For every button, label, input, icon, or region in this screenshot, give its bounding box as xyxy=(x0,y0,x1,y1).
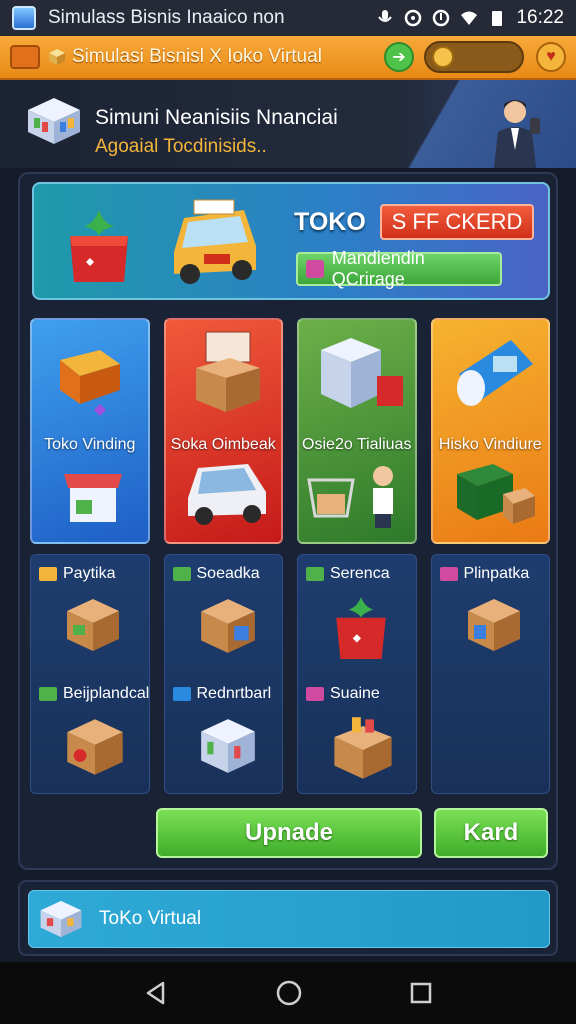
package-icon xyxy=(67,719,123,775)
gem-icon xyxy=(172,687,191,701)
grocery-box-icon xyxy=(334,717,392,779)
cash-boxes-icon xyxy=(456,464,535,524)
app-toolbar: Simulasi Bisnisl X Ioko Virtual ➔ ♥ xyxy=(0,36,576,80)
heart-icon[interactable]: ♥ xyxy=(536,42,566,72)
footer-panel: ToKo Virtual xyxy=(18,880,558,956)
coin-icon xyxy=(432,46,454,68)
back-icon[interactable] xyxy=(143,980,169,1006)
coin-search-field[interactable] xyxy=(424,41,524,73)
product-column: Serenca Suaine xyxy=(297,554,417,794)
battery-icon xyxy=(492,11,503,26)
toolbar-title: Simulasi Bisnisl X Ioko Virtual xyxy=(72,46,322,67)
tag-icon xyxy=(439,567,458,581)
wifi-icon xyxy=(461,11,478,25)
cash-icon xyxy=(172,567,191,581)
hero-title: Simuni Neanisiis Nnanciai xyxy=(95,106,338,129)
category-row: Toko Vinding Soka Oimbeak Osie2o Tialiua… xyxy=(30,318,550,544)
product-item[interactable]: Serenca xyxy=(298,555,416,673)
status-icons: 16:22 xyxy=(376,7,564,29)
status-title: Simulass Bisnis Inaaico non xyxy=(48,7,285,28)
shopper-cart-icon xyxy=(307,466,393,528)
kard-button[interactable]: Kard xyxy=(434,808,548,858)
banner-action-button[interactable]: S FF CKERD xyxy=(380,204,534,240)
store-cube-icon xyxy=(28,98,80,144)
main-panel: TOKO S FF CKERD Mandiendin QCrirage Toko… xyxy=(18,172,558,870)
forward-arrow-icon[interactable]: ➔ xyxy=(384,42,414,72)
star-icon xyxy=(306,260,324,278)
category-tile[interactable]: Hisko Vindiure xyxy=(430,318,550,544)
store-cube-icon xyxy=(40,900,82,938)
gift-plant-icon xyxy=(70,210,128,282)
product-item[interactable]: Rednrtbarl xyxy=(165,675,283,793)
system-nav-bar xyxy=(0,962,576,1024)
product-name: Paytika xyxy=(63,565,116,582)
van-icon xyxy=(187,464,266,525)
promo-banner[interactable]: TOKO S FF CKERD Mandiendin QCrirage xyxy=(32,182,550,300)
package-icon xyxy=(467,599,520,651)
boxes-stack-icon xyxy=(195,331,260,412)
footer-label: ToKo Virtual xyxy=(99,908,202,929)
businessman-avatar xyxy=(494,100,540,168)
product-item[interactable]: Soeadka xyxy=(165,555,283,673)
product-name: Plinpatka xyxy=(463,565,530,582)
product-column: Plinpatka xyxy=(430,554,550,794)
category-label: Osie2o Tialiuas xyxy=(302,436,412,453)
store-cube-icon xyxy=(200,719,255,773)
tag-icon xyxy=(39,687,57,701)
market-stall-icon xyxy=(64,474,122,522)
hero-header: Simuni Neanisiis Nnanciai Agoaial Tocdin… xyxy=(0,80,576,168)
update-button[interactable]: Upnade xyxy=(156,808,422,858)
package-icon xyxy=(67,599,119,651)
grocery-cube-icon xyxy=(321,338,403,408)
product-name: Suaine xyxy=(330,685,380,702)
shop-box-icon xyxy=(60,350,120,416)
category-tile[interactable]: Osie2o Tialiuas xyxy=(297,318,417,544)
product-grid: Paytika Beijplandcal Soeadka Rednrtbarl … xyxy=(30,554,550,794)
product-name: Rednrtbarl xyxy=(196,685,272,702)
product-name: Serenca xyxy=(330,565,390,582)
sync-icon xyxy=(405,9,422,27)
product-column: Paytika Beijplandcal xyxy=(30,554,150,794)
product-column: Soeadka Rednrtbarl xyxy=(163,554,283,794)
product-item[interactable]: Paytika xyxy=(31,555,149,673)
status-time: 16:22 xyxy=(516,7,564,28)
product-item[interactable]: Beijplandcal xyxy=(31,675,149,793)
category-tile[interactable]: Toko Vinding xyxy=(30,318,150,544)
app-icon xyxy=(12,6,36,30)
product-item[interactable]: Suaine xyxy=(298,675,416,793)
package-icon xyxy=(200,599,255,653)
category-label: Hisko Vindiure xyxy=(438,436,542,453)
category-label: Toko Vinding xyxy=(44,436,136,453)
hero-subtitle: Agoaial Tocdinisids.. xyxy=(95,136,267,157)
tag-icon xyxy=(306,687,324,701)
footer-store-button[interactable]: ToKo Virtual xyxy=(28,890,550,948)
delivery-car-icon xyxy=(174,199,256,284)
product-name: Soeadka xyxy=(196,565,260,582)
status-bar: Simulass Bisnis Inaaico non 16:22 xyxy=(0,0,576,36)
category-tile[interactable]: Soka Oimbeak xyxy=(163,318,283,544)
banner-pill-label: Mandiendin QCrirage xyxy=(331,248,425,289)
banner-pill-button[interactable]: Mandiendin QCrirage xyxy=(296,248,502,289)
alert-icon xyxy=(433,9,450,27)
shop-bag-icon[interactable] xyxy=(10,45,40,69)
mic-icon xyxy=(378,10,393,22)
tin-can-icon xyxy=(456,340,533,406)
tag-icon xyxy=(39,567,57,581)
product-item[interactable]: Plinpatka xyxy=(432,555,550,673)
category-label: Soka Oimbeak xyxy=(170,436,276,453)
product-name: Beijplandcal xyxy=(63,685,150,702)
box-icon xyxy=(49,49,65,65)
cash-icon xyxy=(306,567,324,581)
banner-toko-label: TOKO xyxy=(294,208,366,236)
gift-plant-icon xyxy=(336,597,386,659)
recents-icon[interactable] xyxy=(409,981,433,1005)
home-icon[interactable] xyxy=(275,979,303,1007)
